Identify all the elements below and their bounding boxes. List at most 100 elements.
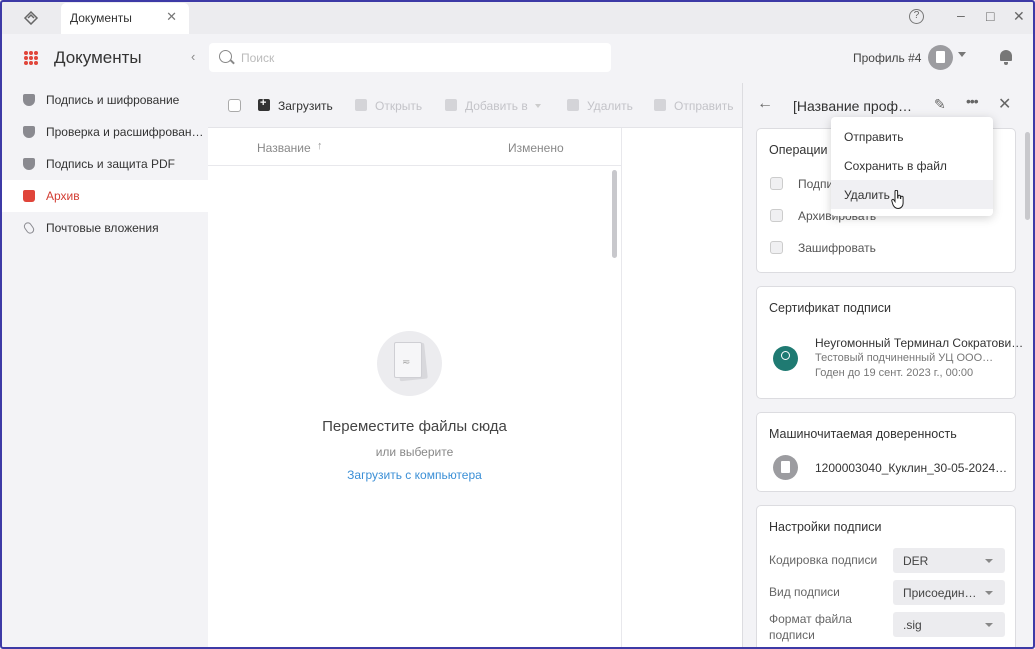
tab-documents[interactable]: Документы ✕ — [61, 3, 189, 34]
certificate-name: Неугомонный Терминал Сократови… — [815, 336, 1024, 350]
bell-icon[interactable] — [1000, 50, 1012, 65]
close-panel-icon[interactable]: ✕ — [998, 94, 1011, 114]
poa-card[interactable]: Машиночитаемая доверенность 1200003040_К… — [756, 412, 1016, 492]
trash-icon — [567, 99, 579, 111]
pdf-shield-icon — [23, 158, 35, 170]
toolbar: Загрузить Открыть Добавить в Удалить Отп… — [208, 83, 742, 128]
menu-item-label: Удалить — [844, 188, 890, 202]
operation-checkbox[interactable] — [770, 209, 783, 222]
empty-folder-icon: ≂ — [377, 331, 442, 396]
shield-check-icon — [23, 126, 35, 138]
chevron-down-icon[interactable] — [958, 52, 966, 57]
preview-area — [621, 128, 742, 649]
upload-from-computer-link[interactable]: Загрузить с компьютера — [208, 468, 621, 482]
tab-close-icon[interactable]: ✕ — [166, 9, 177, 25]
send-icon — [654, 99, 666, 111]
menu-item-save-to-file[interactable]: Сохранить в файл — [831, 151, 993, 180]
sidebar-item-pdf[interactable]: Подпись и защита PDF — [0, 148, 208, 180]
certificate-issuer: Тестовый подчиненный УЦ ООО… — [815, 352, 994, 364]
menu-item-delete[interactable]: Удалить — [831, 180, 993, 209]
select-all-checkbox[interactable] — [228, 99, 241, 112]
delete-label: Удалить — [587, 99, 633, 113]
app-title: Документы — [54, 48, 142, 67]
panel-title: [Название проф… — [793, 98, 913, 114]
maximize-icon[interactable]: □ — [986, 8, 994, 24]
upload-label: Загрузить — [278, 99, 333, 113]
sidebar-item-label: Почтовые вложения — [46, 221, 159, 235]
encoding-value: DER — [903, 554, 929, 568]
panel-scrollbar[interactable] — [1025, 132, 1030, 220]
shield-icon — [23, 94, 35, 106]
signature-type-value: Присоедин… — [903, 586, 977, 600]
title-bar: Документы ✕ ? – □ ✕ — [0, 0, 1035, 34]
tab-label: Документы — [70, 11, 132, 25]
sidebar-item-mail-attachments[interactable]: Почтовые вложения — [0, 212, 208, 244]
edit-pencil-icon[interactable]: ✎ — [934, 96, 946, 113]
poa-title: Машиночитаемая доверенность — [769, 427, 957, 441]
empty-state-subtitle: или выберите — [375, 445, 454, 459]
send-label: Отправить — [674, 99, 734, 113]
add-to-chevron-icon[interactable] — [535, 104, 541, 108]
chevron-down-icon — [985, 559, 993, 563]
sidebar-item-sign-encrypt[interactable]: Подпись и шифрование — [0, 84, 208, 116]
column-header: Название ↑ Изменено — [208, 128, 621, 166]
operation-label: Подпи — [798, 177, 834, 191]
sort-ascending-icon[interactable]: ↑ — [317, 140, 323, 152]
collapse-sidebar-icon[interactable]: ‹ — [191, 49, 195, 64]
column-changed[interactable]: Изменено — [508, 141, 564, 155]
file-format-select[interactable]: .sig — [893, 612, 1005, 637]
search-icon — [219, 50, 232, 63]
signature-settings-card: Настройки подписи Кодировка подписи DER … — [756, 505, 1016, 649]
menu-item-label: Сохранить в файл — [844, 159, 947, 173]
window-close-icon[interactable]: ✕ — [1013, 8, 1025, 25]
encoding-select[interactable]: DER — [893, 548, 1005, 573]
document-icon — [773, 455, 798, 480]
empty-state-title: Переместите файлы сюда — [322, 418, 507, 435]
profile-label[interactable]: Профиль #4 — [853, 51, 921, 65]
archive-icon — [23, 190, 35, 202]
chevron-down-icon — [985, 591, 993, 595]
operation-label: Зашифровать — [798, 241, 876, 255]
certificate-validity: Годен до 19 сент. 2023 г., 00:00 — [815, 367, 974, 379]
column-name[interactable]: Название — [257, 141, 311, 155]
sidebar-item-label: Проверка и расшифрован… — [46, 125, 204, 139]
file-format-label: Формат файла подписи — [769, 612, 852, 642]
hand-cursor-icon — [891, 190, 904, 210]
sidebar-item-verify-decrypt[interactable]: Проверка и расшифрован… — [0, 116, 208, 148]
signature-type-select[interactable]: Присоедин… — [893, 580, 1005, 605]
operation-checkbox[interactable] — [770, 241, 783, 254]
help-icon[interactable]: ? — [909, 9, 924, 24]
sidebar-item-label: Подпись и защита PDF — [46, 157, 175, 171]
minimize-icon[interactable]: – — [957, 7, 965, 23]
certificate-title: Сертификат подписи — [769, 301, 891, 315]
search-input[interactable] — [241, 49, 601, 66]
more-options-icon[interactable]: ••• — [966, 93, 979, 109]
encoding-label: Кодировка подписи — [769, 553, 878, 567]
apps-grid-icon[interactable] — [24, 51, 38, 65]
add-to-label: Добавить в — [465, 99, 528, 113]
operations-title: Операции д — [769, 143, 839, 157]
open-label: Открыть — [375, 99, 423, 113]
profile-avatar[interactable] — [928, 45, 953, 70]
certificate-icon — [773, 346, 798, 371]
file-list[interactable]: Название ↑ Изменено ≂ Переместите файлы … — [208, 128, 621, 649]
sidebar-item-label: Архив — [46, 189, 80, 203]
sidebar-item-archive[interactable]: Архив — [0, 180, 208, 212]
paperclip-icon — [22, 220, 36, 236]
menu-item-send[interactable]: Отправить — [831, 122, 993, 151]
chevron-down-icon — [985, 623, 993, 627]
certificate-card[interactable]: Сертификат подписи Неугомонный Терминал … — [756, 286, 1023, 399]
back-arrow-icon[interactable]: ← — [757, 95, 773, 113]
open-icon — [355, 99, 367, 111]
more-options-menu: Отправить Сохранить в файл Удалить — [831, 117, 993, 216]
sidebar: Подпись и шифрование Проверка и расшифро… — [0, 83, 208, 649]
operation-checkbox[interactable] — [770, 177, 783, 190]
add-to-icon — [445, 99, 457, 111]
signature-type-label: Вид подписи — [769, 585, 840, 599]
settings-title: Настройки подписи — [769, 520, 882, 534]
scrollbar[interactable] — [612, 170, 617, 258]
poa-name: 1200003040_Куклин_30-05-2024… — [815, 461, 1008, 475]
menu-item-label: Отправить — [844, 130, 904, 144]
app-logo-icon — [23, 10, 39, 25]
search-box[interactable] — [209, 43, 611, 72]
